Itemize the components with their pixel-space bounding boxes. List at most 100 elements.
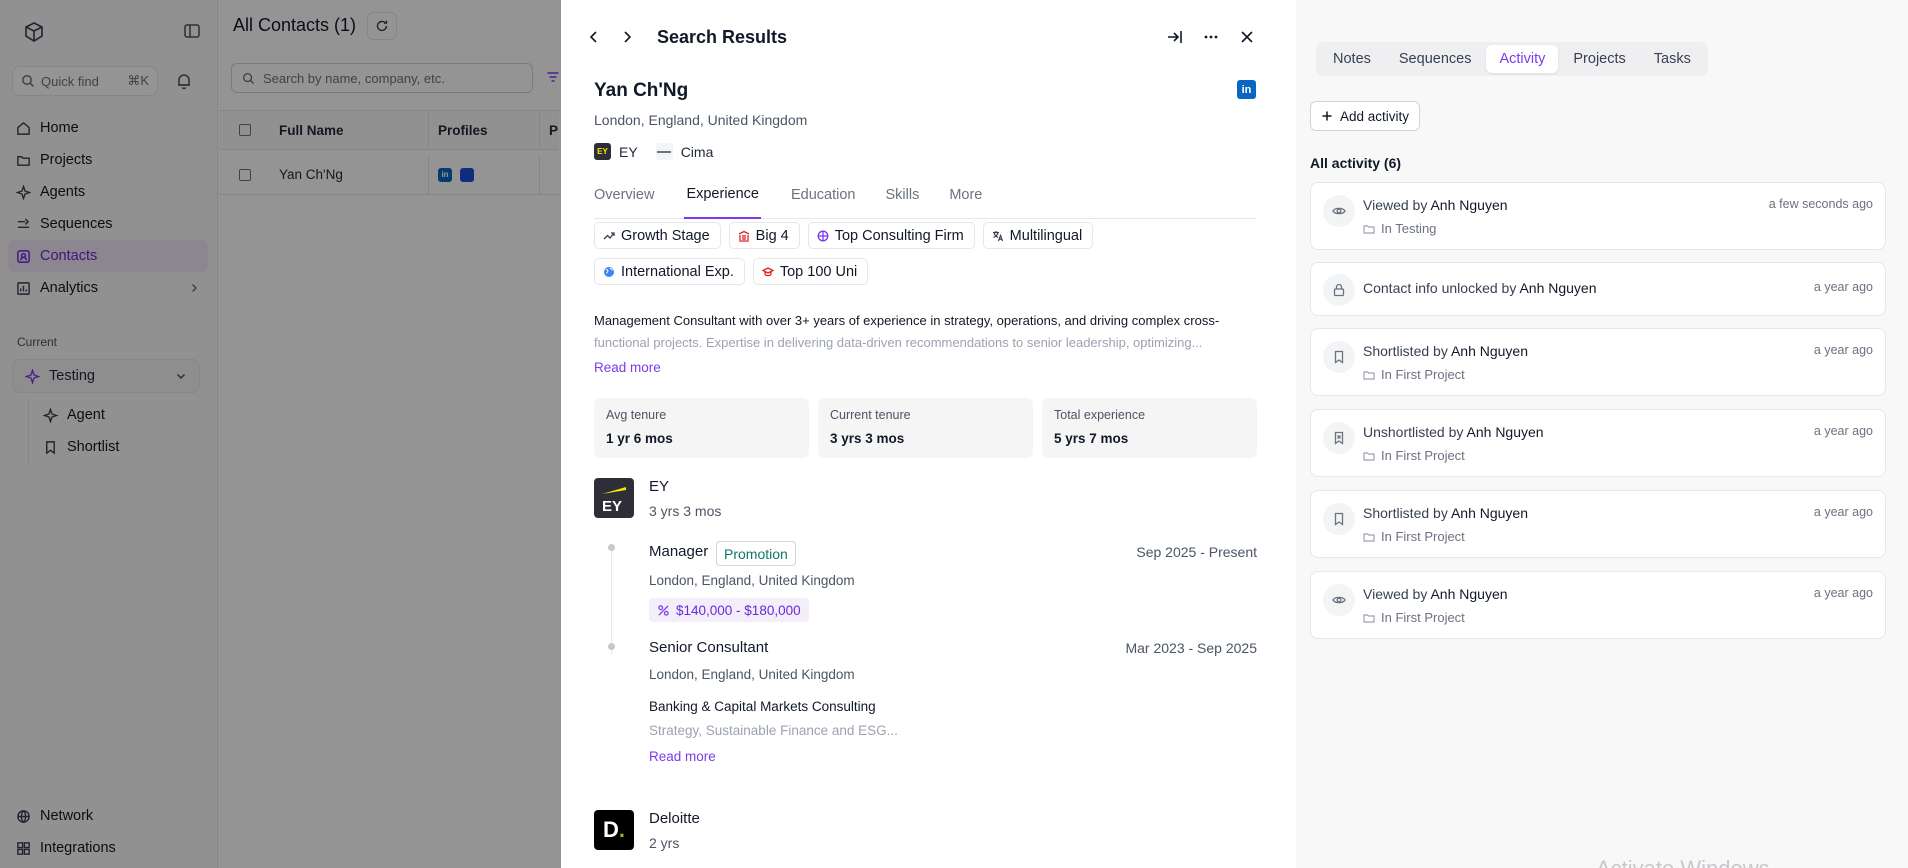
activity-title: Contact info unlocked by Anh Nguyen [1363,280,1597,296]
role-title: Senior Consultant [649,639,769,656]
linkedin-icon[interactable]: in [1237,80,1256,99]
tag-multilingual: Multilingual [982,222,1094,249]
activity-project: In First Project [1363,529,1465,544]
windows-activation-watermark: Activate Windows [1596,856,1770,868]
svg-text:EY: EY [602,498,622,515]
trend-up-icon [603,231,615,239]
activity-time: a few seconds ago [1768,197,1873,211]
tag-label: International Exp. [621,263,734,280]
activity-title: Unshortlisted by Anh Nguyen [1363,424,1544,440]
next-result-icon[interactable] [618,28,636,46]
role-title: Manager [649,543,709,560]
tag-row: Growth Stage Big 4 Top Consulting Firm M… [594,222,1094,249]
activity-title: Viewed by Anh Nguyen [1363,197,1508,213]
tab-more[interactable]: More [949,186,982,219]
activity-user: Anh Nguyen [1430,586,1508,602]
summary-line-faded: functional projects. Expertise in delive… [594,335,1203,350]
company-chip-label[interactable]: Cima [681,144,714,160]
activity-user: Anh Nguyen [1450,343,1529,359]
tab-activity[interactable]: Activity [1486,45,1559,73]
tag-row: International Exp. Top 100 Uni [594,258,869,285]
expand-panel-icon[interactable] [1166,28,1184,46]
folder-icon [1363,613,1375,623]
activity-time: a year ago [1813,505,1873,519]
activity-user: Anh Nguyen [1430,197,1508,213]
activity-title: Shortlisted by Anh Nguyen [1363,505,1528,521]
close-icon[interactable] [1238,28,1256,46]
tab-experience[interactable]: Experience [684,186,761,219]
role-description: Banking & Capital Markets Consulting [649,699,876,714]
activity-user: Anh Nguyen [1450,505,1529,521]
ey-logo-icon: EY [594,143,611,160]
activity-project-label: In First Project [1381,610,1465,625]
activity-project: In Testing [1363,221,1436,236]
activity-item[interactable]: Viewed by Anh Nguyen a few seconds ago I… [1310,182,1886,250]
contact-detail-panel: Search Results Yan Ch'Ng London, England… [561,0,1296,868]
globe-icon [817,230,829,241]
activity-project-label: In Testing [1381,221,1437,236]
bookmark-x-icon [1323,422,1355,454]
activity-time: a year ago [1813,586,1873,600]
tag-top-consulting-firm: Top Consulting Firm [807,222,975,249]
timeline-dot [608,643,615,650]
tab-education[interactable]: Education [791,186,856,219]
profile-tabs: Overview Experience Education Skills Mor… [594,186,1257,219]
tab-projects[interactable]: Projects [1560,45,1638,73]
add-activity-button[interactable]: Add activity [1310,101,1421,131]
stat-value: 5 yrs 7 mos [1054,431,1129,446]
activity-item[interactable]: Viewed by Anh Nguyen a year ago In First… [1310,571,1886,639]
tab-overview[interactable]: Overview [594,186,654,219]
role-location: London, England, United Kingdom [649,573,855,588]
tag-label: Growth Stage [621,227,710,244]
activity-time: a year ago [1813,280,1873,294]
role-dates: Mar 2023 - Sep 2025 [1125,640,1257,656]
summary-read-more-link[interactable]: Read more [594,357,1257,379]
activity-project: In First Project [1363,610,1465,625]
more-options-icon[interactable] [1202,28,1220,46]
experience-company-name[interactable]: EY [649,478,669,495]
tab-sequences[interactable]: Sequences [1386,45,1485,73]
stat-avg-tenure: Avg tenure 1 yr 6 mos [594,398,809,458]
panel-title: Search Results [657,27,788,47]
tag-big-4: Big 4 [728,222,800,249]
activity-item[interactable]: Unshortlisted by Anh Nguyen a year ago I… [1310,409,1886,477]
activity-item[interactable]: Shortlisted by Anh Nguyen a year ago In … [1310,490,1886,558]
tab-skills[interactable]: Skills [885,186,919,219]
stat-total-experience: Total experience 5 yrs 7 mos [1042,398,1257,458]
role-dates: Sep 2025 - Present [1136,544,1257,560]
tag-top-100-uni: Top 100 Uni [752,258,869,285]
activity-item[interactable]: Contact info unlocked by Anh Nguyen a ye… [1310,262,1886,316]
add-activity-label: Add activity [1340,108,1410,124]
role-location: London, England, United Kingdom [649,667,855,682]
activity-panel: Notes Sequences Activity Projects Tasks … [1296,0,1908,868]
company-chip-label[interactable]: EY [619,144,638,160]
experience-company-duration: 2 yrs [649,835,680,851]
activity-action: Unshortlisted by [1363,424,1464,440]
activity-action: Shortlisted by [1363,343,1448,359]
tab-tasks[interactable]: Tasks [1641,45,1704,73]
folder-icon [1363,370,1375,380]
earth-icon [604,266,614,277]
stat-value: 1 yr 6 mos [606,431,673,446]
company-chips: EY EY Cima [594,143,713,160]
folder-icon [1363,532,1375,542]
eye-icon [1323,584,1355,616]
salary-badge: $140,000 - $180,000 [649,598,809,622]
activity-action: Shortlisted by [1363,505,1448,521]
timeline-line [611,543,612,655]
role-description-faded: Strategy, Sustainable Finance and ESG... [649,723,898,738]
activity-item[interactable]: Shortlisted by Anh Nguyen a year ago In … [1310,328,1886,396]
previous-result-icon[interactable] [585,28,603,46]
tab-notes[interactable]: Notes [1320,45,1384,73]
bookmark-icon [1323,341,1355,373]
activity-action: Contact info unlocked by [1363,280,1517,296]
role-read-more-link[interactable]: Read more [649,749,716,764]
contact-location: London, England, United Kingdom [594,112,808,128]
experience-company-name[interactable]: Deloitte [649,810,700,827]
translate-icon [992,230,1003,241]
tag-label: Top Consulting Firm [834,227,964,244]
activity-project-label: In First Project [1381,529,1465,544]
ey-company-logo-icon: EY [594,478,634,518]
folder-icon [1363,451,1375,461]
activity-count-heading: All activity (6) [1310,155,1402,171]
